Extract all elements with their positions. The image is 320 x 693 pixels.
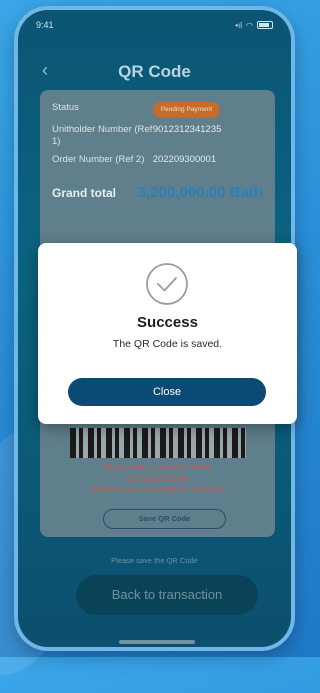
save-hint: Please save the QR Code — [111, 556, 198, 565]
header: ‹ QR Code — [18, 60, 291, 90]
success-dialog: Success The QR Code is saved. Close — [38, 243, 297, 424]
unitholder-label: Unitholder Number (Ref 1) — [52, 124, 153, 147]
home-indicator[interactable] — [119, 640, 195, 644]
close-button[interactable]: Close — [68, 378, 266, 406]
status-value: Pending Payment — [152, 102, 263, 118]
order-row: Order Number (Ref 2) 202209300001 — [52, 154, 263, 166]
page-title: QR Code — [118, 62, 191, 81]
order-value: 202209300001 — [152, 154, 217, 165]
status-label: Status — [52, 102, 79, 113]
qr-code — [70, 428, 246, 458]
wifi-icon: ◠ — [246, 20, 253, 30]
warning-line-2: 01/01/2023 23:59 — [126, 474, 189, 483]
signal-icon: •ıl — [235, 20, 243, 30]
grand-total-row: Grand total 3,200,000.00 Bath — [52, 184, 263, 201]
payment-warning: Please make a payment within 01/01/2023 … — [40, 462, 275, 495]
status-icons: •ıl ◠ — [235, 21, 273, 30]
battery-icon — [257, 21, 273, 29]
unitholder-row: Unitholder Number (Ref 1) 9012312341235 — [52, 124, 263, 148]
dialog-message: The QR Code is saved. — [112, 338, 223, 350]
status-bar: 9:41 •ıl ◠ — [18, 10, 291, 40]
save-qr-button[interactable]: Save QR Code — [103, 509, 226, 529]
dialog-title: Success — [137, 314, 198, 331]
status-time: 9:41 — [36, 20, 54, 30]
grand-total-label: Grand total — [52, 186, 117, 200]
order-label: Order Number (Ref 2) — [52, 154, 145, 165]
status-badge: Pending Payment — [152, 102, 221, 118]
grand-total-value: 3,200,000.00 Bath — [137, 184, 263, 201]
status-row: Status Pending Payment — [52, 102, 263, 118]
back-to-transaction-button[interactable]: Back to transaction — [76, 575, 258, 615]
check-circle-icon — [146, 263, 188, 305]
unitholder-value: 9012312341235 — [152, 124, 222, 135]
warning-line-1: Please make a payment within — [103, 463, 212, 472]
warning-line-3: otherwise your order will be cancelled. — [89, 485, 226, 494]
